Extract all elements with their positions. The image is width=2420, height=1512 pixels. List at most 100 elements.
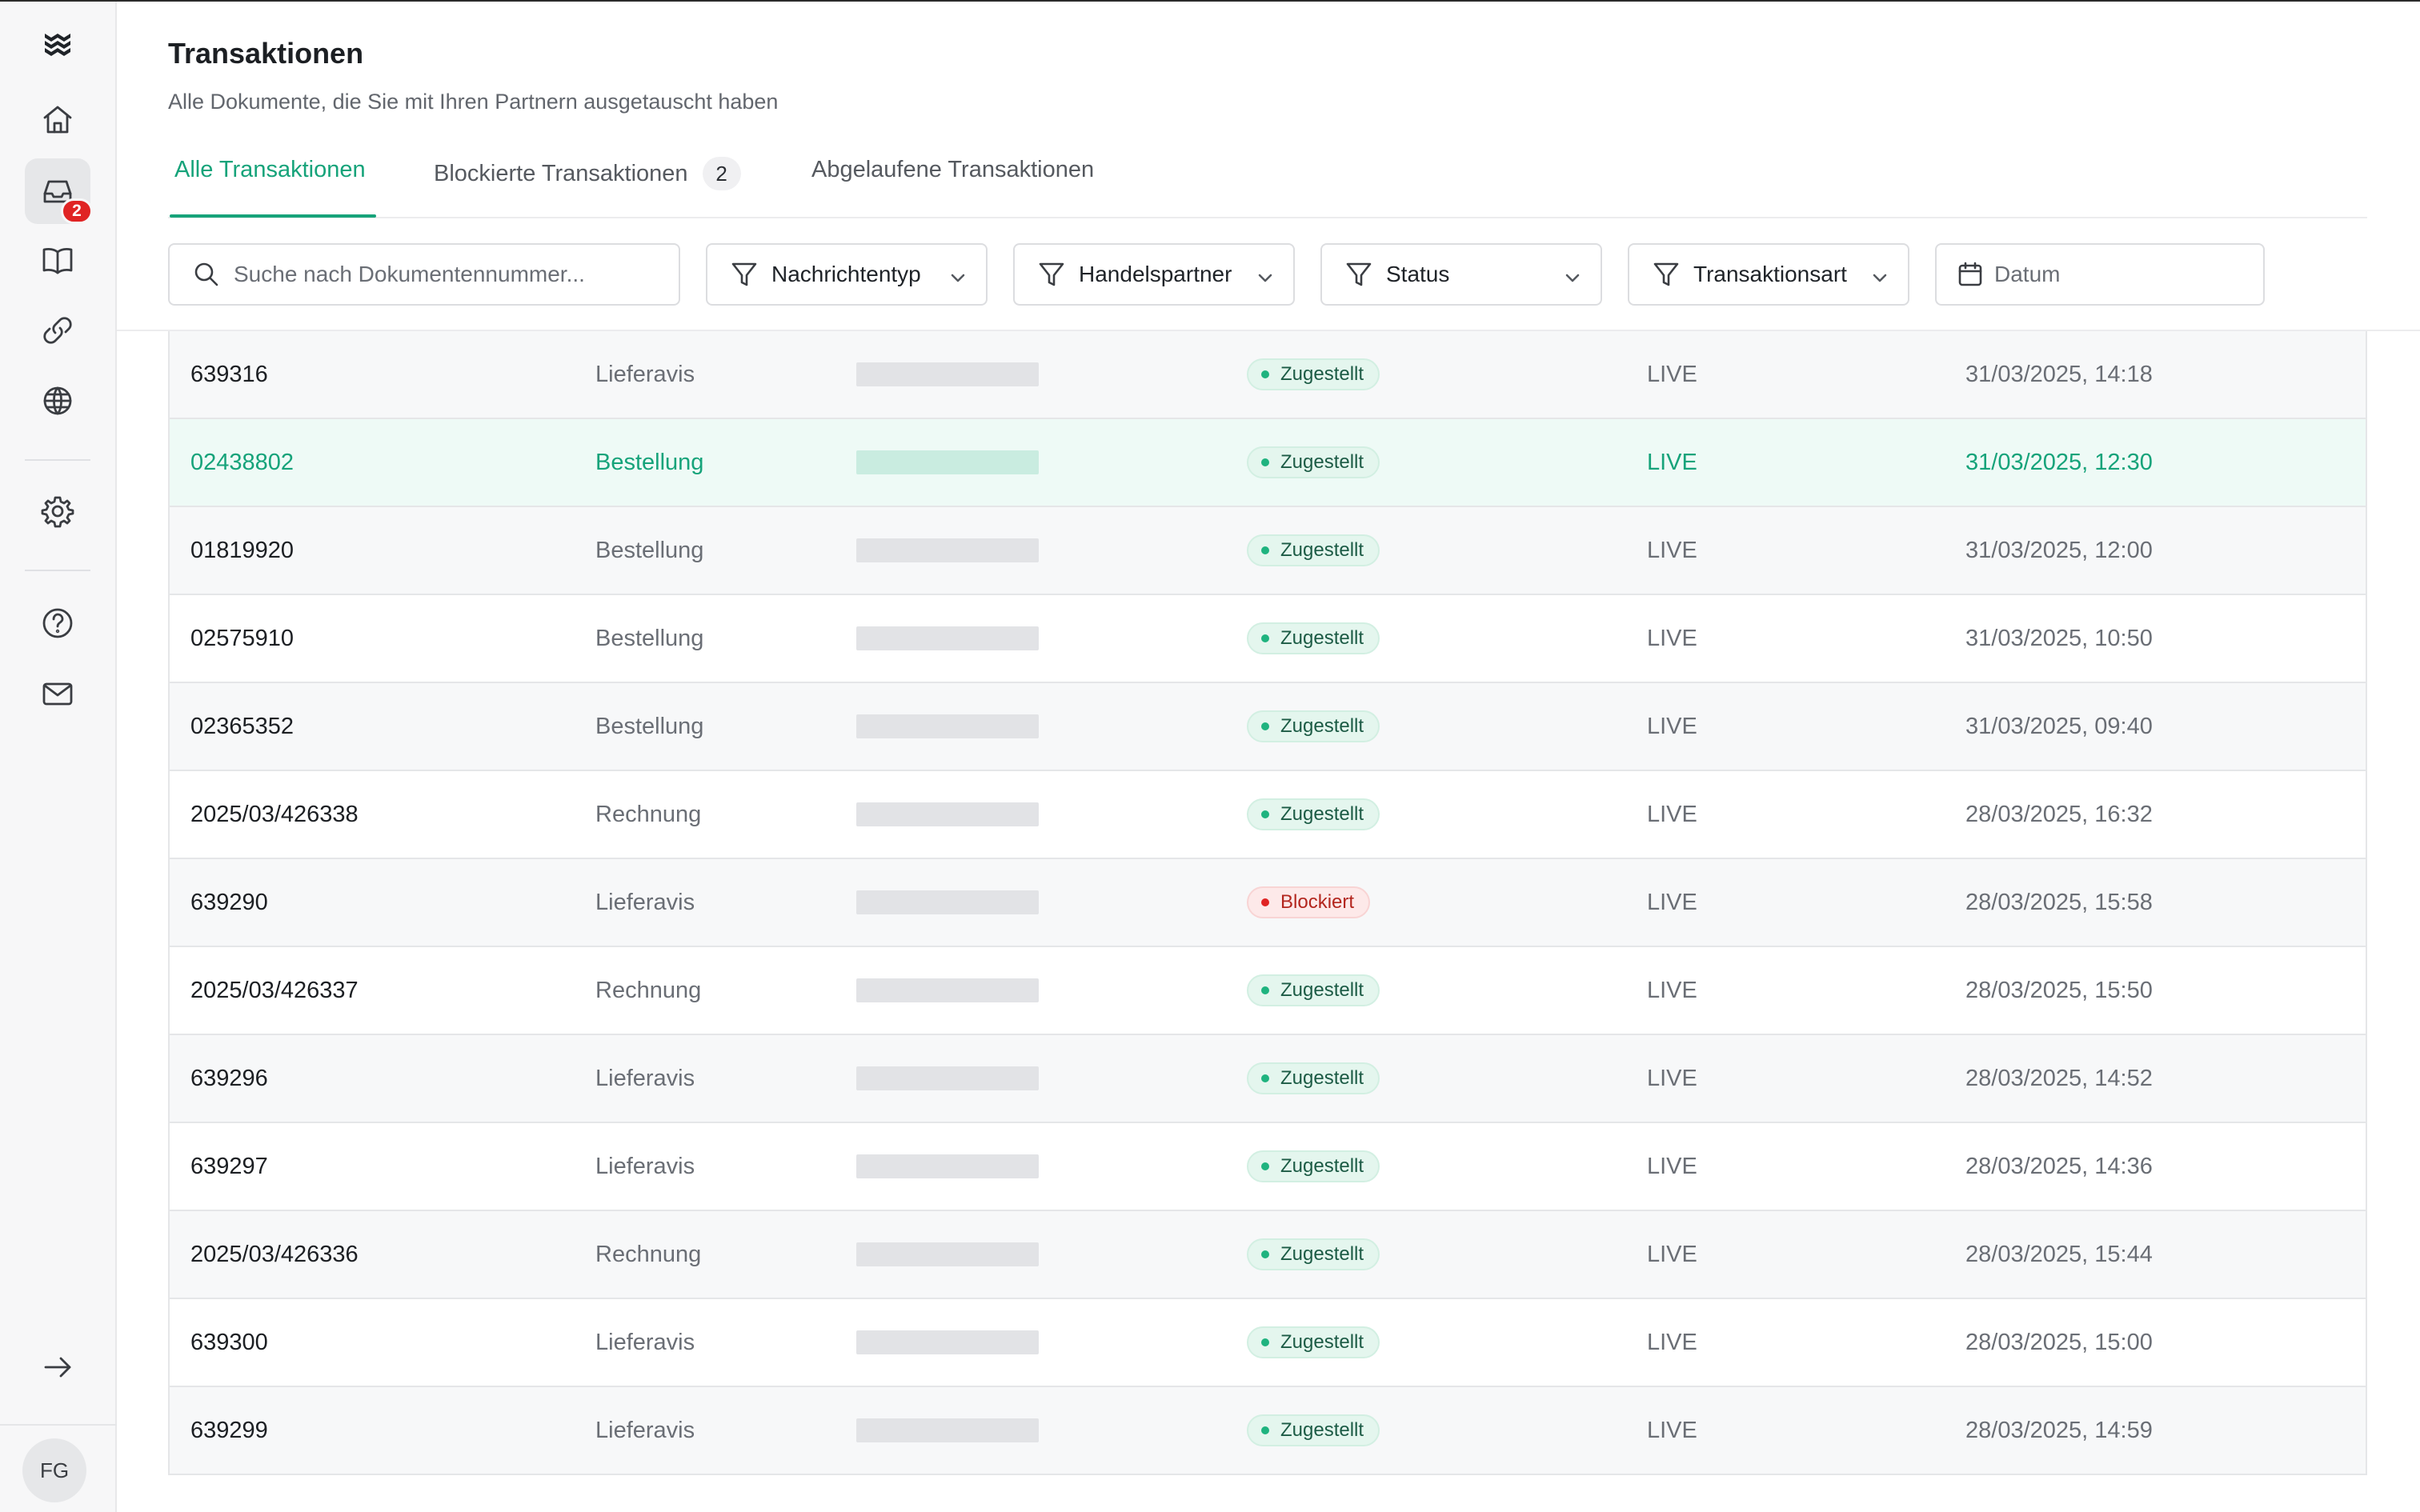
book-icon <box>42 248 73 274</box>
timestamp: 28/03/2025, 15:00 <box>1965 1329 2153 1355</box>
environment: LIVE <box>1647 889 1697 915</box>
document-number[interactable]: 639316 <box>190 331 268 418</box>
redacted-partner <box>856 947 1039 1034</box>
filter-status[interactable]: Status <box>1320 243 1602 306</box>
status-label: Zugestellt <box>1280 1155 1364 1177</box>
filter-date[interactable]: Datum <box>1935 243 2265 306</box>
logo-icon <box>45 34 70 56</box>
timestamp: 28/03/2025, 14:36 <box>1965 1153 2153 1179</box>
home-icon <box>43 106 72 134</box>
status-cell: Zugestellt <box>1247 331 1380 418</box>
user-avatar[interactable]: FG <box>22 1438 86 1502</box>
sidebar-item-messages[interactable] <box>25 661 90 726</box>
table-row[interactable]: 639297 Lieferavis Zugestellt LIVE 28/03/2025… <box>170 1123 2366 1211</box>
filter-label: Transaktionsart <box>1693 262 1847 286</box>
status-badge: Zugestellt <box>1247 622 1380 654</box>
status-label: Zugestellt <box>1280 715 1364 737</box>
table-row[interactable]: 639316 Lieferavis Zugestellt LIVE 31/03/2025… <box>170 331 2366 419</box>
filter-trading-partner[interactable]: Handelspartner <box>1013 243 1295 306</box>
timestamp: 28/03/2025, 15:44 <box>1965 1241 2153 1267</box>
status-dot <box>1261 722 1269 730</box>
search-field[interactable] <box>168 243 680 306</box>
document-number[interactable]: 2025/03/426338 <box>190 771 359 858</box>
document-number[interactable]: 02438802 <box>190 419 294 506</box>
table-row[interactable]: 2025/03/426336 Rechnung Zugestellt LIVE 28/0… <box>170 1211 2366 1299</box>
document-number[interactable]: 01819920 <box>190 507 294 594</box>
sidebar-item-library[interactable] <box>25 227 90 293</box>
message-type: Bestellung <box>595 537 704 563</box>
table-row[interactable]: 639290 Lieferavis Blockiert LIVE 28/03/2025,… <box>170 859 2366 947</box>
filter-message-type[interactable]: Nachrichtentyp <box>706 243 988 306</box>
timestamp: 28/03/2025, 16:32 <box>1965 801 2153 827</box>
status-badge: Zugestellt <box>1247 1150 1380 1182</box>
filter-label: Handelspartner <box>1079 262 1232 286</box>
chevron-down-icon <box>1871 266 1889 284</box>
globe-icon <box>43 386 72 415</box>
tab-all-transactions[interactable]: Alle Transaktionen <box>174 157 366 183</box>
redacted-bar <box>856 1242 1039 1266</box>
status-cell: Zugestellt <box>1247 419 1380 506</box>
document-number[interactable]: 2025/03/426336 <box>190 1211 359 1298</box>
document-number[interactable]: 639290 <box>190 859 268 946</box>
status-cell: Zugestellt <box>1247 771 1380 858</box>
document-number[interactable]: 639300 <box>190 1299 268 1386</box>
table-row[interactable]: 2025/03/426338 Rechnung Zugestellt LIVE 28/0… <box>170 771 2366 859</box>
sidebar-item-settings[interactable] <box>25 478 90 544</box>
document-number[interactable]: 639299 <box>190 1387 268 1474</box>
environment: LIVE <box>1647 625 1697 651</box>
tab-expired-transactions[interactable]: Abgelaufene Transaktionen <box>811 157 1094 183</box>
filter-transaction-type[interactable]: Transaktionsart <box>1628 243 1909 306</box>
table-row[interactable]: 2025/03/426337 Rechnung Zugestellt LIVE 28/0… <box>170 947 2366 1035</box>
timestamp: 31/03/2025, 12:30 <box>1965 449 2153 475</box>
status-dot <box>1261 1250 1269 1258</box>
date-placeholder: Datum <box>1994 262 2061 286</box>
redacted-partner <box>856 859 1039 946</box>
redacted-partner <box>856 1035 1039 1122</box>
table-row[interactable]: 639300 Lieferavis Zugestellt LIVE 28/03/2025… <box>170 1299 2366 1387</box>
status-dot <box>1261 546 1269 554</box>
timestamp: 28/03/2025, 15:58 <box>1965 889 2153 915</box>
table-row[interactable]: 639299 Lieferavis Zugestellt LIVE 28/03/2025… <box>170 1387 2366 1475</box>
status-label: Blockiert <box>1280 891 1355 913</box>
message-type: Bestellung <box>595 713 704 739</box>
table-row[interactable]: 639296 Lieferavis Zugestellt LIVE 28/03/2025… <box>170 1035 2366 1123</box>
status-dot <box>1261 898 1269 906</box>
app-logo[interactable] <box>36 26 79 61</box>
tabs-divider <box>168 217 2367 218</box>
table-row[interactable]: 02438802 Bestellung Zugestellt LIVE 31/03/20… <box>170 419 2366 507</box>
page-subtitle: Alle Dokumente, die Sie mit Ihren Partne… <box>168 90 779 114</box>
tab-count-badge: 2 <box>702 157 741 190</box>
chevron-down-icon <box>1564 266 1581 284</box>
environment: LIVE <box>1647 977 1697 1003</box>
status-cell: Zugestellt <box>1247 1123 1380 1210</box>
sidebar-item-network[interactable] <box>25 368 90 434</box>
sidebar-expand-button[interactable] <box>25 1334 90 1400</box>
search-input[interactable] <box>234 262 602 287</box>
environment: LIVE <box>1647 1329 1697 1355</box>
sidebar-item-connections[interactable] <box>25 298 90 363</box>
message-type: Lieferavis <box>595 1153 695 1179</box>
status-label: Zugestellt <box>1280 1067 1364 1089</box>
status-dot <box>1261 370 1269 378</box>
document-number[interactable]: 02365352 <box>190 683 294 770</box>
document-number[interactable]: 639296 <box>190 1035 268 1122</box>
sidebar-item-home[interactable] <box>25 86 90 152</box>
mail-icon <box>42 682 73 706</box>
redacted-bar <box>856 714 1039 738</box>
document-number[interactable]: 2025/03/426337 <box>190 947 359 1034</box>
sidebar-divider <box>0 1424 117 1426</box>
tab-blocked-transactions[interactable]: Blockierte Transaktionen 2 <box>434 157 741 190</box>
document-number[interactable]: 02575910 <box>190 595 294 682</box>
timestamp: 28/03/2025, 14:59 <box>1965 1417 2153 1443</box>
timestamp: 31/03/2025, 10:50 <box>1965 625 2153 651</box>
table-row[interactable]: 01819920 Bestellung Zugestellt LIVE 31/03/20… <box>170 507 2366 595</box>
sidebar-divider <box>25 459 90 461</box>
tab-label: Alle Transaktionen <box>174 157 366 182</box>
status-badge: Zugestellt <box>1247 1238 1380 1270</box>
table-row[interactable]: 02365352 Bestellung Zugestellt LIVE 31/03/20… <box>170 683 2366 771</box>
table-row[interactable]: 02575910 Bestellung Zugestellt LIVE 31/03/20… <box>170 595 2366 683</box>
environment: LIVE <box>1647 1417 1697 1443</box>
sidebar-item-help[interactable] <box>25 590 90 656</box>
document-number[interactable]: 639297 <box>190 1123 268 1210</box>
status-dot <box>1261 458 1269 466</box>
